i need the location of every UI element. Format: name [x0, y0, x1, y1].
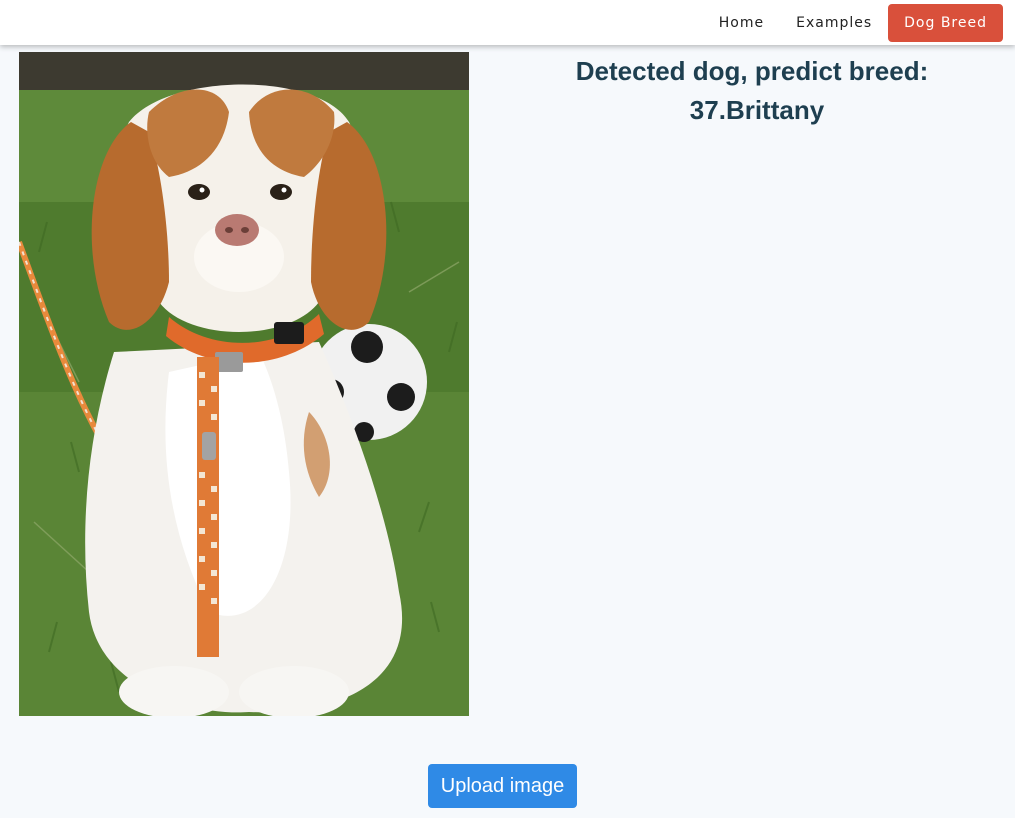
uploaded-dog-photo: [19, 52, 469, 716]
prediction-result: Detected dog, predict breed: 37.Brittany: [497, 52, 1015, 130]
top-navbar: Home Examples Dog Breed: [0, 0, 1015, 45]
predicted-breed: 37.Brittany: [689, 95, 825, 125]
nav-dog-breed-link[interactable]: Dog Breed: [888, 3, 1003, 42]
nav-home-link[interactable]: Home: [703, 4, 780, 42]
nav-examples-link[interactable]: Examples: [780, 4, 888, 42]
dog-photo-illustration: [19, 52, 469, 716]
prediction-heading: Detected dog, predict breed:: [575, 56, 929, 86]
upload-image-button[interactable]: Upload image: [428, 764, 577, 808]
